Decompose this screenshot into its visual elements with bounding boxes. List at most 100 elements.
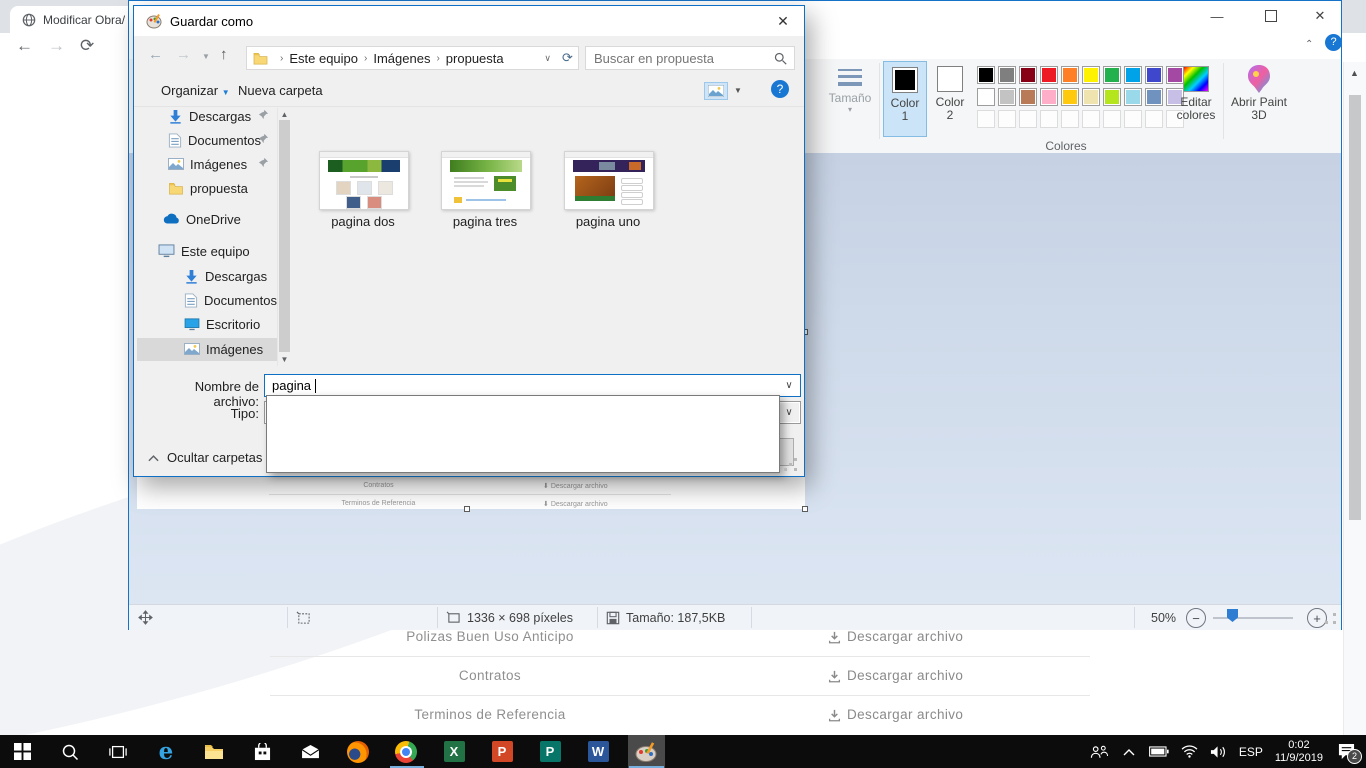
nav-up-icon[interactable]: ↑ — [220, 46, 228, 63]
browser-back-button[interactable]: ← — [16, 36, 33, 56]
zoom-slider-thumb[interactable] — [1227, 609, 1238, 622]
hide-folders-button[interactable]: Ocultar carpetas — [148, 450, 262, 465]
file-pagina-dos[interactable] — [319, 151, 409, 210]
file-pagina-tres[interactable] — [441, 151, 531, 210]
language-indicator[interactable]: ESP — [1239, 745, 1263, 759]
browser-tab[interactable]: Modificar Obra/ — [10, 6, 140, 33]
palette-swatch[interactable] — [1145, 110, 1163, 128]
palette-swatch[interactable] — [1019, 66, 1037, 84]
sidebar-item-documentos[interactable]: Documentos — [168, 129, 261, 151]
view-mode-button[interactable] — [704, 82, 728, 100]
palette-swatch[interactable] — [1145, 88, 1163, 106]
search-input[interactable]: Buscar en propuesta — [585, 46, 795, 70]
browser-reload-button[interactable]: ⟳ — [80, 36, 94, 56]
browser-forward-button[interactable]: → — [48, 36, 65, 56]
sidebar-item-escritorio[interactable]: Escritorio — [184, 313, 260, 335]
help-icon[interactable]: ? — [1325, 34, 1342, 51]
close-button[interactable]: ✕ — [1297, 1, 1343, 31]
palette-swatch[interactable] — [1082, 66, 1100, 84]
palette-swatch[interactable] — [1124, 66, 1142, 84]
sidebar-item-imagenes-2[interactable]: Imágenes — [184, 338, 263, 360]
color1-button[interactable]: Color 1 — [883, 61, 927, 137]
nav-history-chevron-icon[interactable]: ▼ — [202, 52, 210, 61]
size-button[interactable]: Tamaño ▾ — [827, 61, 873, 135]
nav-back-icon[interactable]: ← — [148, 46, 163, 63]
hidden-icons-chevron[interactable] — [1123, 748, 1135, 756]
palette-swatch[interactable] — [1082, 88, 1100, 106]
scrollbar-thumb[interactable] — [279, 120, 290, 352]
address-dropdown-icon[interactable]: ∨ — [544, 53, 557, 64]
sidebar-scrollbar[interactable]: ▲ ▼ — [277, 108, 291, 366]
palette-swatch[interactable] — [1040, 66, 1058, 84]
taskbar-store-icon[interactable] — [245, 735, 279, 768]
taskbar-chrome-icon[interactable] — [389, 735, 423, 768]
taskbar-powerpoint-icon[interactable]: P — [485, 735, 519, 768]
sidebar-item-este-equipo[interactable]: Este equipo — [158, 240, 250, 262]
maximize-button[interactable] — [1248, 1, 1294, 31]
download-link[interactable]: Descargar archivo — [828, 696, 963, 734]
filename-input[interactable]: pagina ∨ — [264, 374, 801, 397]
taskbar-firefox-icon[interactable] — [341, 735, 375, 768]
open-paint3d-button[interactable]: Abrir Paint 3D — [1229, 61, 1289, 139]
palette-swatch[interactable] — [977, 110, 995, 128]
filename-dropdown-icon[interactable]: ∨ — [779, 376, 799, 395]
refresh-button[interactable]: ⟳ — [557, 46, 579, 70]
palette-swatch[interactable] — [1103, 110, 1121, 128]
dialog-close-icon[interactable]: ✕ — [762, 6, 804, 36]
palette-swatch[interactable] — [1103, 66, 1121, 84]
scrollbar-down-arrow[interactable]: ▼ — [279, 354, 290, 365]
taskbar-edge-icon[interactable]: e — [149, 735, 183, 768]
color2-button[interactable]: Color 2 — [929, 61, 971, 135]
scrollbar-thumb[interactable] — [1349, 95, 1361, 520]
browser-scrollbar[interactable]: ▲ — [1343, 62, 1366, 735]
palette-swatch[interactable] — [1040, 110, 1058, 128]
volume-icon[interactable] — [1210, 745, 1227, 759]
help-icon[interactable]: ? — [771, 80, 789, 98]
palette-swatch[interactable] — [1103, 88, 1121, 106]
palette-swatch[interactable] — [1145, 66, 1163, 84]
download-link[interactable]: Descargar archivo — [828, 657, 963, 695]
taskbar-excel-icon[interactable]: X — [437, 735, 471, 768]
filename-suggestions-popup[interactable] — [266, 395, 780, 473]
palette-swatch[interactable] — [998, 88, 1016, 106]
filetype-dropdown-icon[interactable]: ∨ — [778, 403, 799, 422]
sidebar-item-descargas-2[interactable]: Descargas — [184, 265, 267, 287]
address-bar[interactable]: › Este equipo › Imágenes › propuesta ∨ — [246, 46, 558, 70]
clock[interactable]: 0:02 11/9/2019 — [1275, 739, 1323, 765]
nav-forward-icon[interactable]: → — [176, 46, 191, 63]
taskbar-task-view-button[interactable] — [101, 735, 135, 768]
taskbar-paint-icon[interactable] — [629, 735, 663, 768]
sidebar-item-documentos-2[interactable]: Documentos — [184, 289, 277, 311]
sidebar-item-onedrive[interactable]: OneDrive — [162, 208, 241, 230]
ribbon-collapse-icon[interactable]: ⌃ — [1305, 39, 1313, 50]
minimize-button[interactable]: — — [1194, 1, 1240, 31]
scrollbar-up-arrow[interactable]: ▲ — [1350, 68, 1359, 78]
palette-swatch[interactable] — [1061, 66, 1079, 84]
breadcrumb-segment[interactable]: propuesta — [446, 51, 504, 66]
palette-swatch[interactable] — [1019, 110, 1037, 128]
selection-handle-corner[interactable] — [802, 506, 808, 512]
taskbar-word-icon[interactable]: W — [581, 735, 615, 768]
zoom-out-button[interactable]: − — [1186, 608, 1206, 628]
palette-swatch[interactable] — [1040, 88, 1058, 106]
taskbar-mail-icon[interactable] — [293, 735, 327, 768]
organize-menu[interactable]: Organizar ▼ — [161, 83, 230, 98]
palette-swatch[interactable] — [1124, 110, 1142, 128]
sidebar-item-propuesta[interactable]: propuesta — [168, 177, 248, 199]
palette-swatch[interactable] — [977, 66, 995, 84]
people-icon[interactable] — [1090, 745, 1109, 759]
selection-handle-bottom[interactable] — [464, 506, 470, 512]
palette-swatch[interactable] — [977, 88, 995, 106]
palette-swatch[interactable] — [998, 110, 1016, 128]
palette-swatch[interactable] — [1061, 110, 1079, 128]
wifi-icon[interactable] — [1181, 745, 1198, 758]
zoom-slider-track[interactable] — [1213, 617, 1293, 619]
breadcrumb-segment[interactable]: Este equipo — [289, 51, 358, 66]
palette-swatch[interactable] — [1124, 88, 1142, 106]
palette-swatch[interactable] — [998, 66, 1016, 84]
taskbar-publisher-icon[interactable]: P — [533, 735, 567, 768]
new-folder-button[interactable]: Nueva carpeta — [238, 83, 323, 98]
scrollbar-up-arrow[interactable]: ▲ — [279, 109, 290, 120]
zoom-in-button[interactable]: + — [1307, 608, 1327, 628]
view-dropdown-icon[interactable]: ▼ — [734, 86, 742, 95]
